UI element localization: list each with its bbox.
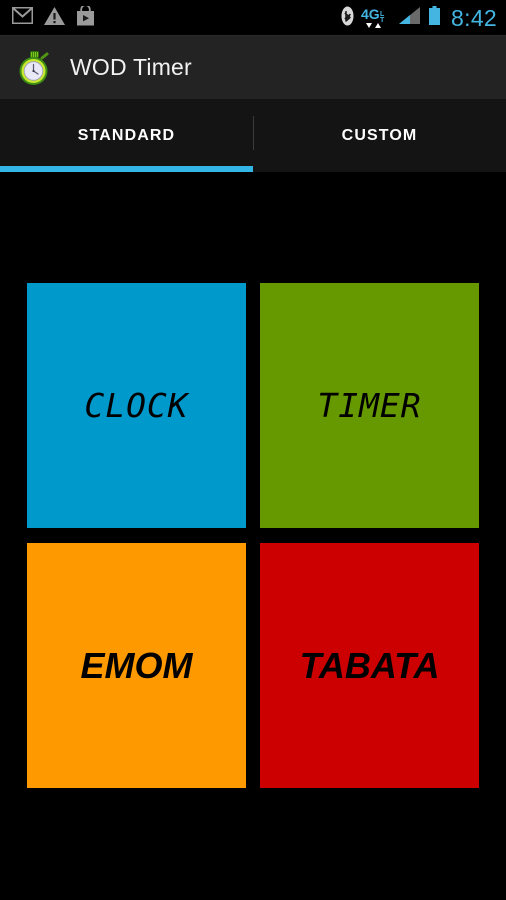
mode-tile-clock[interactable]: CLOCK — [27, 283, 246, 528]
svg-text:4G: 4G — [361, 7, 380, 22]
main-content: CLOCK TIMER EMOM TABATA — [0, 172, 506, 900]
tab-standard[interactable]: STANDARD — [0, 100, 253, 172]
signal-bars-icon — [398, 6, 421, 30]
4g-lte-icon: 4G L T — [361, 7, 391, 29]
tab-bar: STANDARD CUSTOM — [0, 100, 506, 172]
warning-icon — [44, 6, 65, 30]
tab-custom-label: CUSTOM — [341, 127, 418, 144]
mode-tile-emom[interactable]: EMOM — [27, 543, 246, 788]
mode-tile-timer[interactable]: TIMER — [260, 283, 479, 528]
app-root: 4G L T 8:42 WOD Timer STANDARD CUSTOM CL… — [0, 0, 506, 900]
status-bar-system: 4G L T 8:42 — [341, 4, 497, 31]
status-bar: 4G L T 8:42 — [0, 0, 506, 36]
status-bar-notifications — [11, 3, 95, 31]
mode-grid: CLOCK TIMER EMOM TABATA — [27, 283, 479, 788]
mode-tile-tabata-label: TABATA — [299, 644, 440, 686]
mode-tile-emom-label: EMOM — [80, 644, 193, 686]
mode-tile-clock-label: CLOCK — [84, 386, 189, 425]
gmail-icon — [11, 6, 34, 29]
action-bar: WOD Timer — [0, 36, 506, 100]
mode-tile-tabata[interactable]: TABATA — [260, 543, 479, 788]
battery-icon — [428, 5, 441, 31]
tab-divider — [253, 116, 254, 150]
play-store-icon — [76, 3, 95, 31]
tab-custom[interactable]: CUSTOM — [253, 100, 506, 172]
status-bar-clock: 8:42 — [451, 4, 497, 31]
tab-standard-label: STANDARD — [77, 127, 176, 144]
mode-tile-timer-label: TIMER — [317, 386, 422, 425]
bluetooth-icon — [341, 6, 354, 31]
svg-text:T: T — [380, 17, 385, 24]
app-title: WOD Timer — [70, 54, 192, 80]
stopwatch-icon[interactable] — [16, 50, 52, 86]
